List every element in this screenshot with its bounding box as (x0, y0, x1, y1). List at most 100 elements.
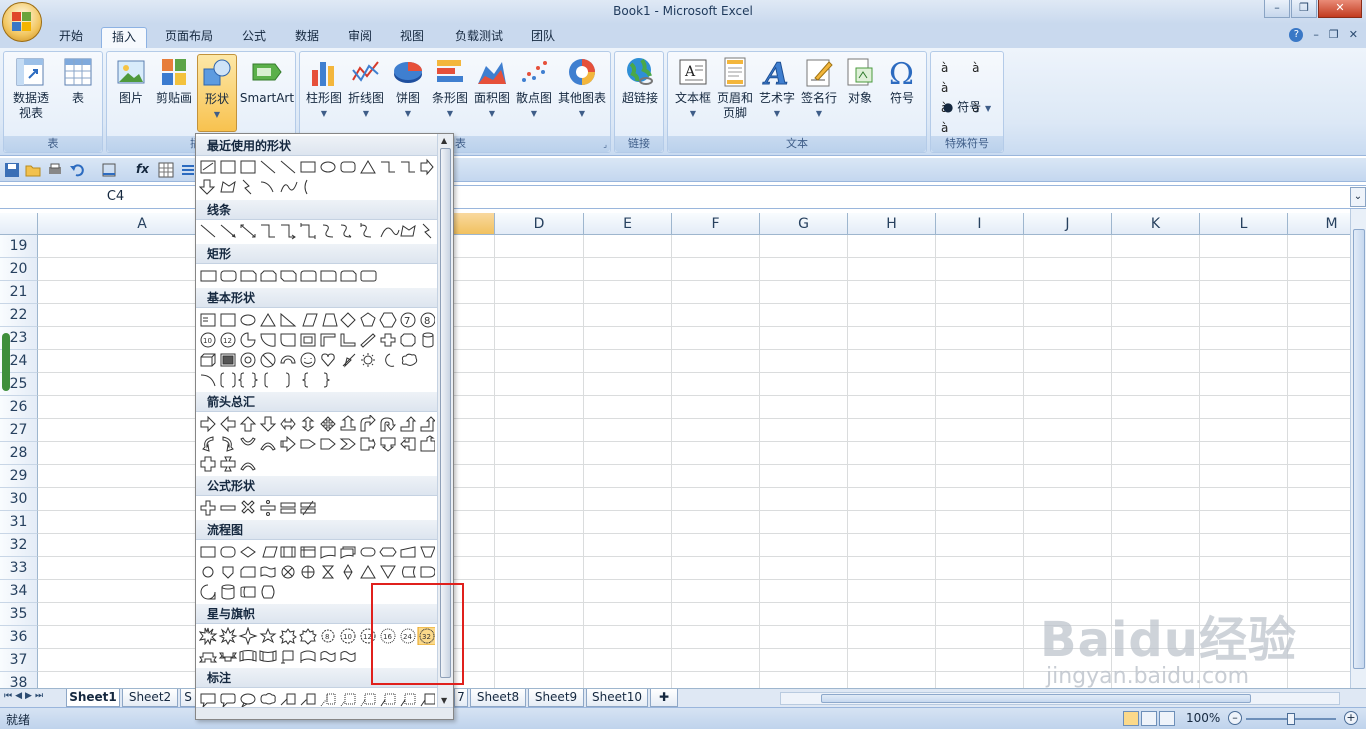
column-header-h[interactable]: H (848, 213, 936, 235)
sheet-tab-9[interactable]: Sheet9 (528, 689, 584, 707)
column-header-e[interactable]: E (584, 213, 672, 235)
pivot-table-button[interactable]: 数据透视表 (8, 54, 54, 121)
object-button[interactable]: 对象 (840, 54, 880, 106)
block-arrows-row-3[interactable] (199, 455, 435, 473)
row-header[interactable]: 22 (0, 304, 38, 327)
hyperlink-button[interactable]: 超链接 (619, 54, 661, 106)
header-footer-button[interactable]: 页眉和页脚 (714, 54, 756, 121)
tab-page-layout[interactable]: 页面布局 (158, 27, 220, 48)
tab-home[interactable]: 开始 (50, 27, 92, 48)
horizontal-scrollbar[interactable] (780, 692, 1340, 705)
row-header[interactable]: 33 (0, 557, 38, 580)
flowchart-row-2[interactable] (199, 563, 435, 581)
office-button[interactable] (2, 2, 42, 42)
normal-view-icon[interactable] (1123, 711, 1139, 726)
other-charts-button[interactable]: 其他图表 ▼ (556, 54, 608, 121)
sheet-tab-8[interactable]: Sheet8 (470, 689, 526, 707)
block-arrows-row-2[interactable] (199, 435, 435, 453)
row-header[interactable]: 34 (0, 580, 38, 603)
vertical-scrollbar[interactable] (1350, 209, 1366, 688)
scroll-up-icon[interactable]: ▲ (441, 136, 447, 145)
tab-view[interactable]: 视图 (391, 27, 433, 48)
rectangles-row[interactable] (199, 267, 435, 285)
row-header[interactable]: 20 (0, 258, 38, 281)
undo-icon[interactable] (69, 162, 85, 178)
special-symbol-grid[interactable]: à à àà à à (941, 58, 997, 138)
tab-load-test[interactable]: 负载测试 (446, 27, 512, 48)
row-header[interactable]: 30 (0, 488, 38, 511)
column-header-j[interactable]: J (1024, 213, 1112, 235)
area-chart-button[interactable]: 面积图 ▼ (472, 54, 512, 121)
signature-line-button[interactable]: 签名行 ▼ (798, 54, 840, 121)
horizontal-scroll-thumb[interactable] (821, 694, 1251, 703)
ribbon-restore-icon[interactable]: ❐ (1329, 28, 1339, 42)
border-icon[interactable] (101, 162, 117, 178)
scatter-chart-button[interactable]: 散点图 ▼ (514, 54, 554, 121)
table-button[interactable]: 表 (58, 54, 98, 106)
tab-insert[interactable]: 插入 (101, 27, 147, 48)
basic-shapes-row-4[interactable] (199, 371, 435, 389)
align-icon[interactable] (180, 162, 196, 178)
row-header[interactable]: 31 (0, 511, 38, 534)
recent-shapes-row[interactable] (199, 158, 435, 176)
vertical-scroll-thumb[interactable] (1353, 229, 1365, 669)
zoom-out-icon[interactable]: – (1228, 711, 1242, 725)
clip-art-button[interactable]: 剪贴画 (153, 54, 195, 106)
sheet-tab-3[interactable]: S (180, 689, 196, 707)
insert-sheet-icon[interactable]: ✚ (650, 689, 678, 707)
column-header-f[interactable]: F (672, 213, 760, 235)
column-header-k[interactable]: K (1112, 213, 1200, 235)
open-folder-icon[interactable] (25, 162, 41, 178)
close-button[interactable]: ✕ (1318, 0, 1362, 18)
equation-shapes-row[interactable] (199, 499, 435, 517)
column-header-i[interactable]: I (936, 213, 1024, 235)
print-preview-icon[interactable] (47, 162, 63, 178)
smartart-button[interactable]: SmartArt (239, 54, 295, 106)
page-layout-view-icon[interactable] (1141, 711, 1157, 726)
sheet-tab-2[interactable]: Sheet2 (122, 689, 178, 707)
flowchart-row-1[interactable] (199, 543, 435, 561)
row-header[interactable]: 28 (0, 442, 38, 465)
zoom-slider[interactable] (1246, 713, 1336, 725)
column-header-g[interactable]: G (760, 213, 848, 235)
ribbon-close-icon[interactable]: ✕ (1349, 28, 1358, 42)
row-header[interactable]: 38 (0, 672, 38, 688)
column-header-d[interactable]: D (495, 213, 584, 235)
row-header[interactable]: 26 (0, 396, 38, 419)
save-icon[interactable] (4, 162, 20, 178)
sheet-tab-10[interactable]: Sheet10 (586, 689, 648, 707)
row-header[interactable]: 27 (0, 419, 38, 442)
row-header[interactable]: 19 (0, 235, 38, 258)
text-box-button[interactable]: A 文本框 ▼ (672, 54, 714, 121)
bar-chart-button[interactable]: 条形图 ▼ (430, 54, 470, 121)
basic-shapes-row-1[interactable]: 7 8 (199, 311, 435, 329)
sheet-tab-1[interactable]: Sheet1 (66, 689, 120, 707)
zoom-slider-knob[interactable] (1287, 713, 1295, 725)
column-chart-button[interactable]: 柱形图 ▼ (304, 54, 344, 121)
scroll-down-icon[interactable]: ▼ (441, 696, 447, 705)
column-header-m[interactable]: M (1288, 213, 1350, 235)
lines-row[interactable] (199, 222, 435, 240)
sheet-tab-7[interactable]: 7 (454, 689, 468, 707)
minimize-button[interactable]: – (1264, 0, 1290, 18)
tab-review[interactable]: 审阅 (339, 27, 381, 48)
row-header[interactable]: 35 (0, 603, 38, 626)
zoom-in-icon[interactable]: + (1344, 711, 1358, 725)
basic-shapes-row-3[interactable] (199, 351, 435, 369)
picture-button[interactable]: 图片 (111, 54, 151, 106)
row-header[interactable]: 21 (0, 281, 38, 304)
expand-formula-bar-icon[interactable]: ⌄ (1350, 187, 1366, 207)
column-header-l[interactable]: L (1200, 213, 1288, 235)
tab-formulas[interactable]: 公式 (233, 27, 275, 48)
sheet-nav-arrows-icon[interactable]: ⏮◀▶⏭ (4, 691, 46, 701)
symbol-button[interactable]: Ω 符号 (882, 54, 922, 106)
recent-shapes-row-2[interactable] (199, 178, 435, 196)
page-break-view-icon[interactable] (1159, 711, 1175, 726)
row-header[interactable]: 36 (0, 626, 38, 649)
row-header[interactable]: 37 (0, 649, 38, 672)
tab-data[interactable]: 数据 (286, 27, 328, 48)
function-icon[interactable]: fx (136, 162, 152, 178)
tab-team[interactable]: 团队 (522, 27, 564, 48)
wordart-button[interactable]: A 艺术字 ▼ (756, 54, 798, 121)
row-header[interactable]: 32 (0, 534, 38, 557)
